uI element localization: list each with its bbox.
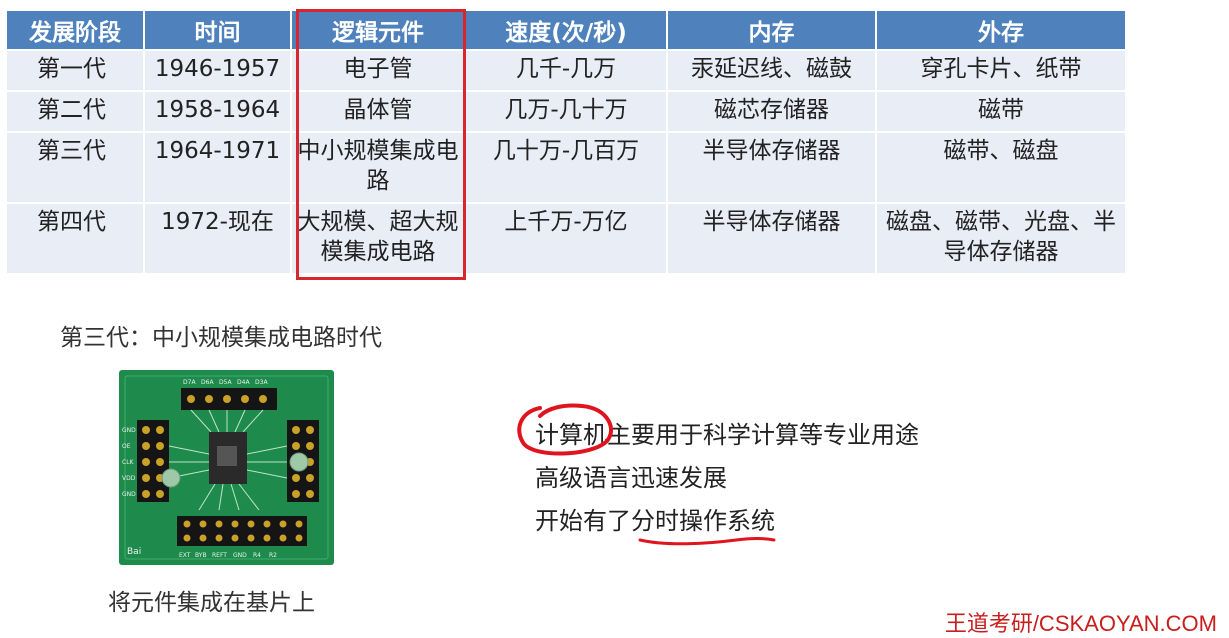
cell-logic-element: 中小规模集成电路 [292, 133, 464, 202]
cell-period: 1972-现在 [145, 204, 290, 273]
header-logic-element: 逻辑元件 [292, 11, 464, 49]
potentiometer-right [289, 452, 309, 472]
header-memory: 内存 [668, 11, 875, 49]
cell-stage: 第一代 [7, 51, 143, 90]
cell-logic-element: 晶体管 [292, 92, 464, 131]
cell-speed: 上千万-万亿 [466, 204, 666, 273]
pin-label-left: VDD [122, 475, 136, 482]
table-header-row: 发展阶段 时间 逻辑元件 速度(次/秒) 内存 外存 [7, 11, 1125, 49]
header-speed: 速度(次/秒) [466, 11, 666, 49]
pin-label-bottom: GND [233, 552, 247, 559]
cell-memory: 半导体存储器 [668, 204, 875, 273]
red-circle-annotation [517, 403, 613, 456]
header-period: 时间 [145, 11, 290, 49]
generation-table: 发展阶段 时间 逻辑元件 速度(次/秒) 内存 外存 第一代 1946-1957… [5, 9, 1127, 275]
pin-label-bottom: R2 [269, 552, 277, 559]
cell-stage: 第三代 [7, 133, 143, 202]
cell-speed: 几千-几万 [466, 51, 666, 90]
pin-label-top: D4A [237, 379, 250, 386]
pin-label-bottom: R4 [253, 552, 261, 559]
pin-label-bottom: REFT [212, 552, 227, 559]
watermark-text: 王道考研/CSKAOYAN.COM [944, 611, 1217, 636]
cell-period: 1946-1957 [145, 51, 290, 90]
red-underline-annotation [638, 537, 776, 546]
pin-label-bottom: EXT [179, 552, 191, 559]
pin-label-left: OE [122, 443, 131, 450]
cell-storage: 磁带 [877, 92, 1125, 131]
cell-logic-element: 电子管 [292, 51, 464, 90]
cell-storage: 穿孔卡片、纸带 [877, 51, 1125, 90]
list-item: 高级语言迅速发展 [535, 464, 727, 492]
cell-storage: 磁带、磁盘 [877, 133, 1125, 202]
potentiometer-left [161, 468, 181, 488]
pin-label-top: D5A [219, 379, 232, 386]
ic-board-photo: D7A D6A D5A D4A D3A GND OE CLK VDD GND E… [119, 370, 334, 565]
pin-label-left: GND [122, 427, 136, 434]
figure-caption: 将元件集成在基片上 [108, 590, 315, 616]
pin-label-top: D6A [201, 379, 214, 386]
cell-period: 1958-1964 [145, 92, 290, 131]
table-row: 第三代 1964-1971 中小规模集成电路 几十万-几百万 半导体存储器 磁带… [7, 133, 1125, 202]
cell-stage: 第四代 [7, 204, 143, 273]
cell-stage: 第二代 [7, 92, 143, 131]
header-stage: 发展阶段 [7, 11, 143, 49]
cell-logic-element: 大规模、超大规模集成电路 [292, 204, 464, 273]
pin-label-left: CLK [122, 459, 135, 466]
board-logo-text: Bai [127, 547, 141, 557]
cell-memory: 磁芯存储器 [668, 92, 875, 131]
pin-label-left: GND [122, 491, 136, 498]
pin-label-bottom: BYB [195, 552, 207, 559]
header-storage: 外存 [877, 11, 1125, 49]
pin-label-top: D7A [183, 379, 196, 386]
cell-period: 1964-1971 [145, 133, 290, 202]
pin-label-top: D3A [255, 379, 268, 386]
table-row: 第二代 1958-1964 晶体管 几万-几十万 磁芯存储器 磁带 [7, 92, 1125, 131]
bottom-pin-header [177, 516, 307, 546]
section-title: 第三代：中小规模集成电路时代 [60, 325, 382, 351]
table-row: 第四代 1972-现在 大规模、超大规模集成电路 上千万-万亿 半导体存储器 磁… [7, 204, 1125, 273]
table-row: 第一代 1946-1957 电子管 几千-几万 汞延迟线、磁鼓 穿孔卡片、纸带 [7, 51, 1125, 90]
cell-storage: 磁盘、磁带、光盘、半导体存储器 [877, 204, 1125, 273]
cell-memory: 汞延迟线、磁鼓 [668, 51, 875, 90]
cell-speed: 几十万-几百万 [466, 133, 666, 202]
ic-die [217, 446, 237, 466]
cell-memory: 半导体存储器 [668, 133, 875, 202]
top-pin-header [181, 388, 277, 410]
left-pin-header [137, 420, 169, 502]
cell-speed: 几万-几十万 [466, 92, 666, 131]
